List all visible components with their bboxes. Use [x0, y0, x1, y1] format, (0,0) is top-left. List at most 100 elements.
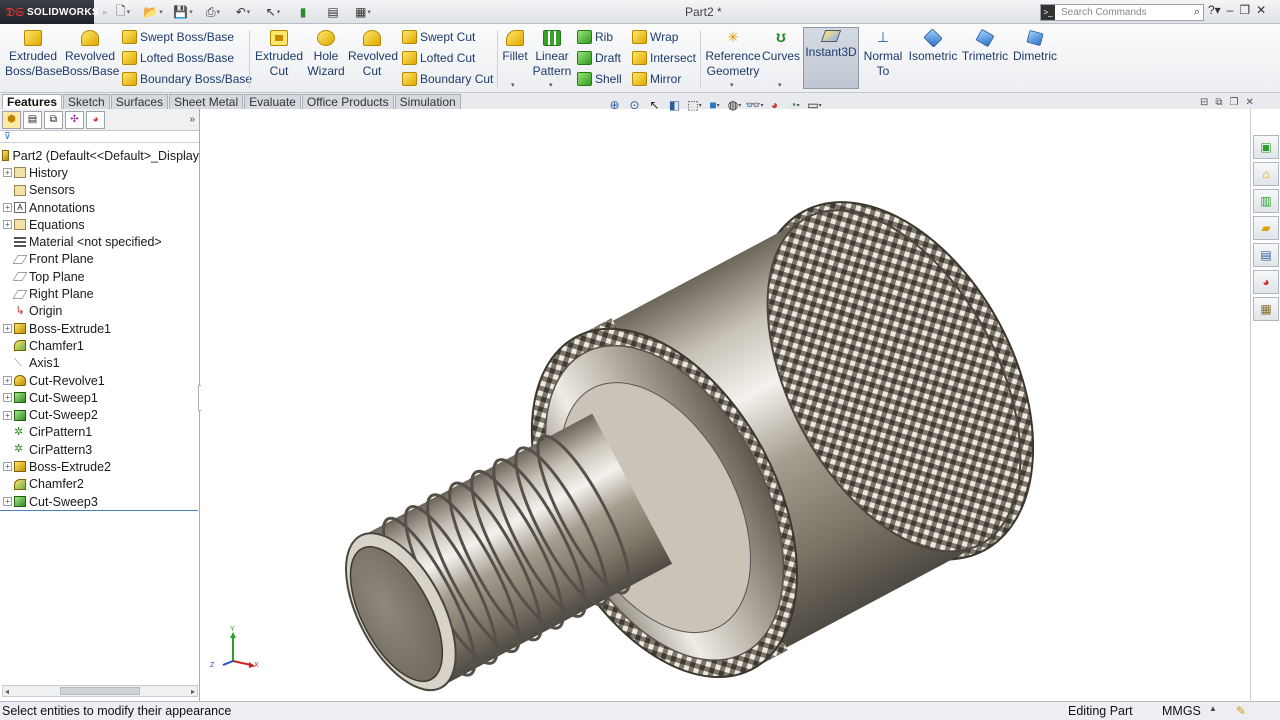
extruded-cut-button[interactable]: Extruded Cut [252, 30, 306, 79]
pattern-dropdown-icon[interactable]: ▾ [549, 81, 553, 89]
restore-icon[interactable]: ❐ [1239, 3, 1250, 17]
expand-icon[interactable]: + [3, 376, 12, 385]
tree-item-chamfer2[interactable]: Chamfer2 [0, 476, 199, 493]
edit-appearance-button[interactable]: ◕ [766, 97, 783, 113]
expand-icon[interactable]: + [3, 168, 12, 178]
filter-row[interactable]: ⊽ [0, 131, 199, 143]
tree-root-part[interactable]: Part2 (Default<<Default>_Display [0, 147, 199, 164]
reference-geometry-button[interactable]: ✳ Reference Geometry [704, 30, 762, 79]
scroll-thumb[interactable] [60, 687, 140, 695]
fillet-dropdown-icon[interactable]: ▾ [511, 81, 515, 89]
view-settings-button[interactable]: ▭ ▾ [806, 97, 823, 113]
viewport-close-icon[interactable]: ✕ [1246, 97, 1254, 108]
property-manager-tab[interactable]: ▤ [23, 110, 42, 129]
revolved-boss-button[interactable]: Revolved Boss/Base [62, 30, 119, 79]
tree-item-boss-extrude2[interactable]: + Boss-Extrude2 [0, 458, 199, 475]
dynamic-annotation-button[interactable]: ⬚ ▾ [686, 97, 703, 113]
tree-item-cut-sweep1[interactable]: + Cut-Sweep1 [0, 389, 199, 406]
search-icon[interactable]: ⌕ [1194, 6, 1200, 19]
tree-item-front-plane[interactable]: Front Plane [0, 251, 199, 268]
options-button[interactable]: ▦ ▾ [350, 3, 376, 21]
expand-panel-icon[interactable]: » [189, 114, 195, 125]
select-button[interactable]: ↖ ▾ [260, 3, 286, 21]
help-icon[interactable]: ?▾ [1208, 3, 1221, 17]
tree-item-cirpattern3[interactable]: ✲ CirPattern3 [0, 441, 199, 458]
isometric-button[interactable]: Isometric [906, 28, 960, 64]
expand-icon[interactable]: + [3, 410, 12, 420]
dimxpert-manager-tab[interactable]: ✣ [65, 110, 84, 129]
custom-properties-tab[interactable]: ▦ [1253, 297, 1279, 321]
tab-features[interactable]: Features [2, 94, 63, 109]
close-icon[interactable]: ✕ [1256, 3, 1266, 17]
tab-simulation[interactable]: Simulation [394, 94, 461, 109]
tree-item-sensors[interactable]: Sensors [0, 182, 199, 199]
tree-item-equations[interactable]: + Equations [0, 216, 199, 233]
graphics-area[interactable]: Y X Z [201, 109, 1250, 701]
minimize-icon[interactable]: – [1227, 3, 1234, 17]
linear-pattern-button[interactable]: Linear Pattern [532, 30, 572, 79]
extruded-boss-button[interactable]: Extruded Boss/Base [5, 30, 62, 79]
solidworks-resources-tab[interactable]: ▣ [1253, 135, 1279, 159]
intersect-button[interactable]: Intersect [632, 48, 696, 68]
scroll-left-icon[interactable]: ◂ [5, 687, 9, 696]
tree-item-cirpattern1[interactable]: ✲ CirPattern1 [0, 424, 199, 441]
viewport-minimize-icon[interactable]: ⊟ [1200, 97, 1208, 108]
apply-scene-button[interactable]: ◔ ▾ [786, 97, 803, 113]
swept-cut-button[interactable]: Swept Cut [402, 27, 475, 47]
tab-sketch[interactable]: Sketch [63, 94, 110, 109]
display-manager-tab[interactable]: ◕ [86, 110, 105, 129]
appearances-tab[interactable]: ◕ [1253, 270, 1279, 294]
tab-surfaces[interactable]: Surfaces [110, 94, 169, 109]
tab-office-products[interactable]: Office Products [301, 94, 394, 109]
expand-icon[interactable]: + [3, 203, 12, 213]
curves-button[interactable]: ʊ Curves [762, 30, 800, 64]
trimetric-button[interactable]: Trimetric [960, 28, 1010, 64]
revolved-cut-button[interactable]: Revolved Cut [348, 30, 398, 79]
boundary-cut-button[interactable]: Boundary Cut [402, 69, 493, 89]
tree-item-cut-revolve1[interactable]: + Cut-Revolve1 [0, 372, 199, 389]
units-selector[interactable]: MMGS [1162, 704, 1201, 718]
search-commands-field[interactable]: >_ Search Commands ⌕ [1040, 4, 1204, 21]
file-explorer-tab[interactable]: ▰ [1253, 216, 1279, 240]
expand-icon[interactable]: + [3, 497, 12, 507]
rebuild-button[interactable]: ▮ [290, 3, 316, 21]
horizontal-scrollbar[interactable]: ◂ ▸ [2, 685, 198, 697]
tree-item-axis1[interactable]: ⟍ Axis1 [0, 355, 199, 372]
viewport-maximize-icon[interactable]: ❐ [1230, 97, 1239, 108]
home-tab[interactable]: ⌂ [1253, 162, 1279, 186]
expand-icon[interactable]: + [3, 393, 12, 403]
zoom-to-area-button[interactable]: ⊙ [626, 97, 643, 113]
save-button[interactable]: 💾 ▾ [170, 3, 196, 21]
shell-button[interactable]: Shell [577, 69, 622, 89]
new-document-button[interactable]: 🗋 ▾ [110, 3, 136, 21]
feature-manager-tab[interactable]: ⬢ [2, 110, 21, 129]
tab-sheet-metal[interactable]: Sheet Metal [169, 94, 244, 109]
scroll-right-icon[interactable]: ▸ [191, 687, 195, 696]
file-properties-button[interactable]: ▤ [320, 3, 346, 21]
curves-dropdown-icon[interactable]: ▾ [778, 81, 782, 89]
tree-item-boss-extrude1[interactable]: + Boss-Extrude1 [0, 320, 199, 337]
solidworks-logo[interactable]: 𝔇𝔖 SOLIDWORKS ▸ [0, 0, 107, 24]
display-style-button[interactable]: ◍ ▾ [726, 97, 743, 113]
open-button[interactable]: 📂 ▾ [140, 3, 166, 21]
units-dropdown-icon[interactable]: ▲ [1209, 704, 1217, 713]
tree-item-history[interactable]: + History [0, 164, 199, 181]
rollback-bar[interactable] [0, 510, 198, 511]
rib-button[interactable]: Rib [577, 27, 613, 47]
viewport-restore-icon[interactable]: ⧉ [1215, 97, 1222, 108]
view-palette-tab[interactable]: ▤ [1253, 243, 1279, 267]
view-orientation-button[interactable]: ■ ▾ [706, 97, 723, 113]
print-button[interactable]: ⎙ ▾ [200, 3, 226, 21]
normal-to-button[interactable]: ⊥ Normal To [862, 30, 904, 79]
zoom-to-fit-button[interactable]: ⊕ [606, 97, 623, 113]
section-view-button[interactable]: ◧ [666, 97, 683, 113]
tree-item-top-plane[interactable]: Top Plane [0, 268, 199, 285]
fillet-button[interactable]: Fillet [500, 30, 530, 64]
wrap-button[interactable]: Wrap [632, 27, 678, 47]
draft-button[interactable]: Draft [577, 48, 621, 68]
tree-item-cut-sweep2[interactable]: + Cut-Sweep2 [0, 406, 199, 423]
hole-wizard-button[interactable]: Hole Wizard [304, 30, 348, 79]
tree-item-right-plane[interactable]: Right Plane [0, 285, 199, 302]
quick-tips-icon[interactable]: ✎ [1236, 704, 1246, 718]
mirror-button[interactable]: Mirror [632, 69, 681, 89]
